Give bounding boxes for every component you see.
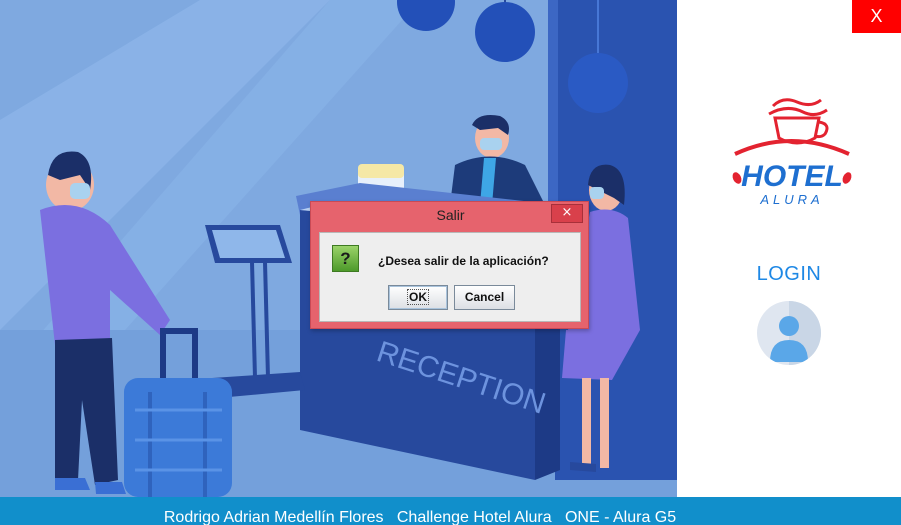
logo-text-hotel: HOTEL xyxy=(741,160,843,193)
logo-text-alura: ALURA xyxy=(759,192,823,207)
dialog-body: ? ¿Desea salir de la aplicación? OK Canc… xyxy=(319,232,581,322)
cancel-button[interactable]: Cancel xyxy=(454,285,515,310)
hanging-lamp xyxy=(475,2,535,62)
close-app-button[interactable]: X xyxy=(852,0,901,33)
right-panel: X HOTEL ALURA LOGIN xyxy=(677,0,901,497)
hotel-alura-logo: HOTEL ALURA xyxy=(727,92,857,207)
footer-credits: Rodrigo Adrian Medellín Flores Challenge… xyxy=(163,509,677,525)
suitcase xyxy=(124,378,232,497)
footer-bar: Rodrigo Adrian Medellín Flores Challenge… xyxy=(0,497,901,525)
ok-button[interactable]: OK xyxy=(388,285,448,310)
login-label: LOGIN xyxy=(756,263,822,285)
hanging-lamp xyxy=(568,53,628,113)
exit-confirm-dialog: Salir × ? ¿Desea salir de la aplicación?… xyxy=(310,201,589,329)
question-icon: ? xyxy=(332,245,359,272)
dialog-message: ¿Desea salir de la aplicación? xyxy=(378,254,549,268)
ok-button-label: OK xyxy=(407,289,429,305)
cup-icon: HOTEL ALURA xyxy=(732,98,852,207)
user-avatar-icon xyxy=(757,301,821,365)
login-button[interactable] xyxy=(756,300,822,366)
dialog-close-button[interactable]: × xyxy=(551,204,583,223)
dialog-title: Salir xyxy=(436,207,465,223)
